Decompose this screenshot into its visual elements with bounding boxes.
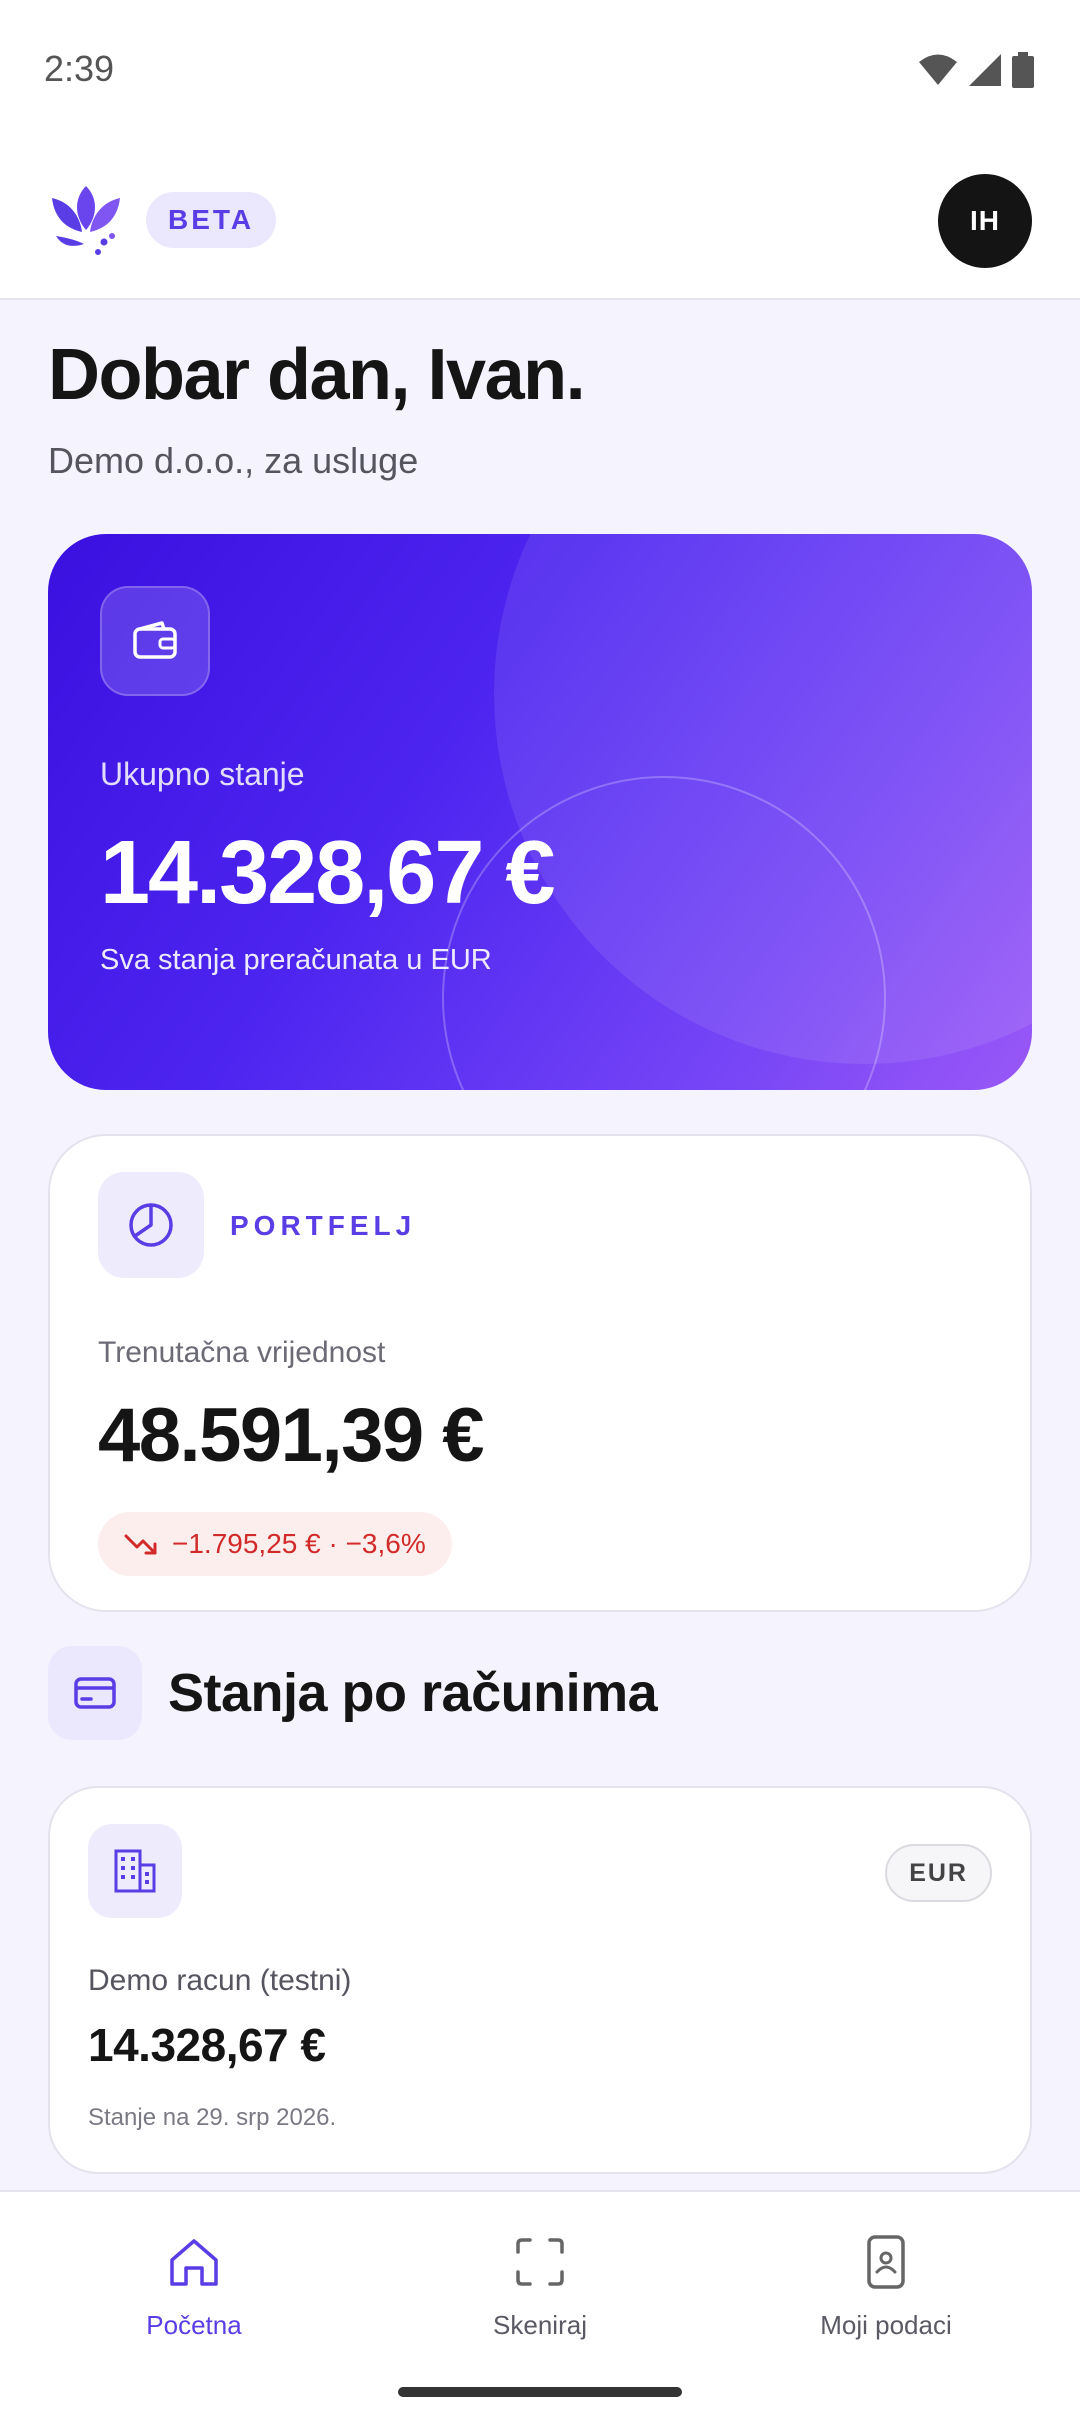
account-name: Demo racun (testni) xyxy=(88,1964,352,1997)
home-screen: 2:39 BETA IH Dobar dan, Ivan. Demo d.o.o… xyxy=(0,0,1080,2424)
beta-badge: BETA xyxy=(146,192,277,248)
greeting-title: Dobar dan, Ivan. xyxy=(48,335,586,415)
account-balance: 14.328,67 € xyxy=(88,2019,326,2071)
total-balance-label: Ukupno stanje xyxy=(100,756,305,792)
portfolio-value-label: Trenutačna vrijednost xyxy=(98,1336,386,1369)
trend-down-icon xyxy=(124,1534,157,1555)
wallet-icon-box xyxy=(100,586,210,696)
nav-label-scan: Skeniraj xyxy=(493,2310,587,2340)
account-balance-date: Stanje na 29. srp 2026. xyxy=(88,2104,337,2131)
app-header: BETA IH xyxy=(0,140,1080,300)
status-icons xyxy=(918,52,1034,88)
total-balance-card[interactable]: Ukupno stanje 14.328,67 € Sva stanja pre… xyxy=(48,534,1032,1090)
wifi-icon xyxy=(919,54,957,85)
nav-label-profile: Moji podaci xyxy=(820,2310,952,2340)
nav-item-scan[interactable]: Skeniraj xyxy=(390,2234,690,2341)
building-icon xyxy=(114,1849,156,1893)
battery-icon xyxy=(1012,52,1034,88)
card-icon xyxy=(74,1677,116,1709)
nav-item-profile[interactable]: Moji podaci xyxy=(736,2234,1036,2341)
status-bar: 2:39 xyxy=(0,0,1080,140)
avatar[interactable]: IH xyxy=(938,174,1032,268)
portfolio-change-value: −1.795,25 € · −3,6% xyxy=(172,1528,426,1559)
wallet-icon xyxy=(133,621,177,659)
portfolio-change-badge: −1.795,25 € · −3,6% xyxy=(98,1512,452,1576)
portfolio-title: PORTFELJ xyxy=(230,1210,417,1241)
gesture-bar[interactable] xyxy=(398,2387,682,2397)
logo-icon[interactable] xyxy=(46,180,126,260)
portfolio-card[interactable]: PORTFELJ Trenutačna vrijednost 48.591,39… xyxy=(48,1134,1032,1612)
status-time: 2:39 xyxy=(44,48,115,89)
accounts-section-title: Stanja po računima xyxy=(168,1663,658,1723)
total-balance-value: 14.328,67 € xyxy=(100,823,555,923)
home-icon xyxy=(170,2239,218,2286)
accounts-section-icon-box xyxy=(48,1646,142,1740)
nav-label-home: Početna xyxy=(146,2310,242,2340)
phone-profile-icon xyxy=(867,2235,905,2289)
account-card[interactable]: EUR Demo racun (testni) 14.328,67 € Stan… xyxy=(48,1786,1032,2174)
account-icon-box xyxy=(88,1824,182,1918)
signal-icon xyxy=(969,54,1001,86)
portfolio-icon-box xyxy=(98,1172,204,1278)
total-balance-note: Sva stanja preračunata u EUR xyxy=(100,944,492,976)
pie-chart-icon xyxy=(129,1203,173,1247)
scan-icon xyxy=(516,2238,564,2286)
currency-chip: EUR xyxy=(885,1844,992,1902)
nav-item-home[interactable]: Početna xyxy=(44,2234,344,2341)
portfolio-value: 48.591,39 € xyxy=(98,1393,485,1478)
company-name: Demo d.o.o., za usluge xyxy=(48,440,419,481)
